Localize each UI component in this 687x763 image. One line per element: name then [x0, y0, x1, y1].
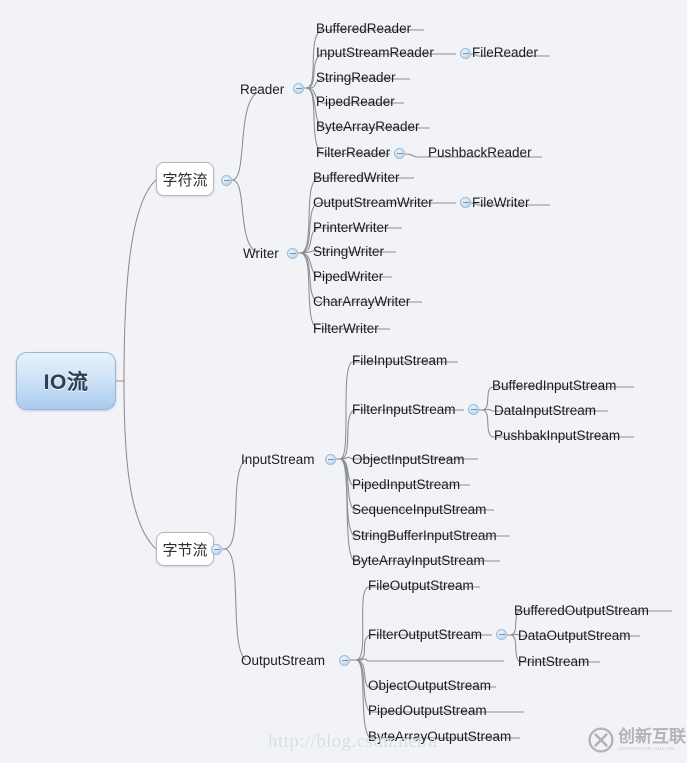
collapse-toggle-input-stream[interactable] — [325, 454, 336, 465]
collapse-toggle-filter-input-stream[interactable] — [468, 404, 479, 415]
node-writer[interactable]: Writer — [243, 245, 279, 262]
collapse-toggle-reader[interactable] — [293, 83, 304, 94]
node-piped-input-stream[interactable]: PipedInputStream — [352, 476, 460, 493]
collapse-toggle-input-stream-reader[interactable] — [460, 48, 471, 59]
collapse-toggle-output-stream-writer[interactable] — [460, 197, 471, 208]
mindmap-canvas: IO流 字符流 字节流 Reader Writer InputStream Ou… — [0, 0, 687, 763]
node-filter-output-stream[interactable]: FilterOutputStream — [368, 626, 482, 643]
logo-pinyin: CHUANGXIN HULIAN — [618, 746, 675, 752]
node-filter-writer[interactable]: FilterWriter — [313, 320, 379, 337]
collapse-toggle-byte-stream[interactable] — [211, 544, 222, 555]
node-char-array-writer[interactable]: CharArrayWriter — [313, 293, 410, 310]
node-data-output-stream[interactable]: DataOutputStream — [518, 627, 631, 644]
node-byte-array-reader[interactable]: ByteArrayReader — [316, 118, 420, 135]
branch-label-char-stream: 字符流 — [162, 171, 208, 189]
logo-text-block: 创新互联 CHUANGXIN HULIAN — [618, 728, 686, 752]
node-reader[interactable]: Reader — [240, 81, 284, 98]
node-byte-array-input-stream[interactable]: ByteArrayInputStream — [352, 552, 485, 569]
node-string-writer[interactable]: StringWriter — [313, 243, 384, 260]
branch-node-byte-stream[interactable]: 字节流 — [156, 532, 214, 566]
node-printer-writer[interactable]: PrinterWriter — [313, 219, 389, 236]
node-pushbak-input-stream[interactable]: PushbakInputStream — [494, 427, 620, 444]
node-file-input-stream[interactable]: FileInputStream — [352, 352, 447, 369]
node-buffered-output-stream[interactable]: BufferedOutputStream — [514, 602, 649, 619]
node-object-input-stream[interactable]: ObjectInputStream — [352, 451, 465, 468]
node-buffered-writer[interactable]: BufferedWriter — [313, 169, 400, 186]
collapse-toggle-output-stream[interactable] — [339, 655, 350, 666]
collapse-toggle-char-stream[interactable] — [221, 175, 232, 186]
node-buffered-reader[interactable]: BufferedReader — [316, 20, 411, 37]
node-buffered-input-stream[interactable]: BufferedInputStream — [492, 377, 616, 394]
collapse-toggle-writer[interactable] — [287, 248, 298, 259]
node-filter-input-stream[interactable]: FilterInputStream — [352, 401, 456, 418]
watermark-text: http://blog.csdn.net/a — [268, 731, 438, 752]
node-piped-output-stream[interactable]: PipedOutputStream — [368, 702, 487, 719]
branch-node-char-stream[interactable]: 字符流 — [156, 162, 214, 196]
branch-label-byte-stream: 字节流 — [162, 541, 208, 559]
collapse-toggle-filter-reader[interactable] — [394, 148, 405, 159]
logo-x-circle-icon — [588, 727, 614, 753]
root-label: IO流 — [43, 371, 89, 394]
node-output-stream-writer[interactable]: OutputStreamWriter — [313, 194, 433, 211]
logo-name: 创新互联 — [618, 727, 686, 747]
node-filter-reader[interactable]: FilterReader — [316, 144, 390, 161]
node-input-stream[interactable]: InputStream — [241, 451, 315, 468]
node-data-input-stream[interactable]: DataInputStream — [494, 402, 596, 419]
node-file-writer[interactable]: FileWriter — [472, 194, 530, 211]
root-node[interactable]: IO流 — [16, 352, 116, 410]
site-logo: 创新互联 CHUANGXIN HULIAN — [588, 727, 686, 753]
collapse-toggle-filter-output-stream[interactable] — [496, 629, 507, 640]
node-sequence-input-stream[interactable]: SequenceInputStream — [352, 501, 486, 518]
node-input-stream-reader[interactable]: InputStreamReader — [316, 44, 434, 61]
node-piped-writer[interactable]: PipedWriter — [313, 268, 383, 285]
node-piped-reader[interactable]: PipedReader — [316, 93, 395, 110]
node-file-output-stream[interactable]: FileOutputStream — [368, 577, 474, 594]
node-string-reader[interactable]: StringReader — [316, 69, 396, 86]
node-pushback-reader[interactable]: PushbackReader — [428, 144, 532, 161]
node-print-stream[interactable]: PrintStream — [518, 653, 589, 670]
node-string-buffer-input-stream[interactable]: StringBufferInputStream — [352, 527, 497, 544]
node-output-stream[interactable]: OutputStream — [241, 652, 325, 669]
node-object-output-stream[interactable]: ObjectOutputStream — [368, 677, 491, 694]
node-file-reader[interactable]: FileReader — [472, 44, 538, 61]
